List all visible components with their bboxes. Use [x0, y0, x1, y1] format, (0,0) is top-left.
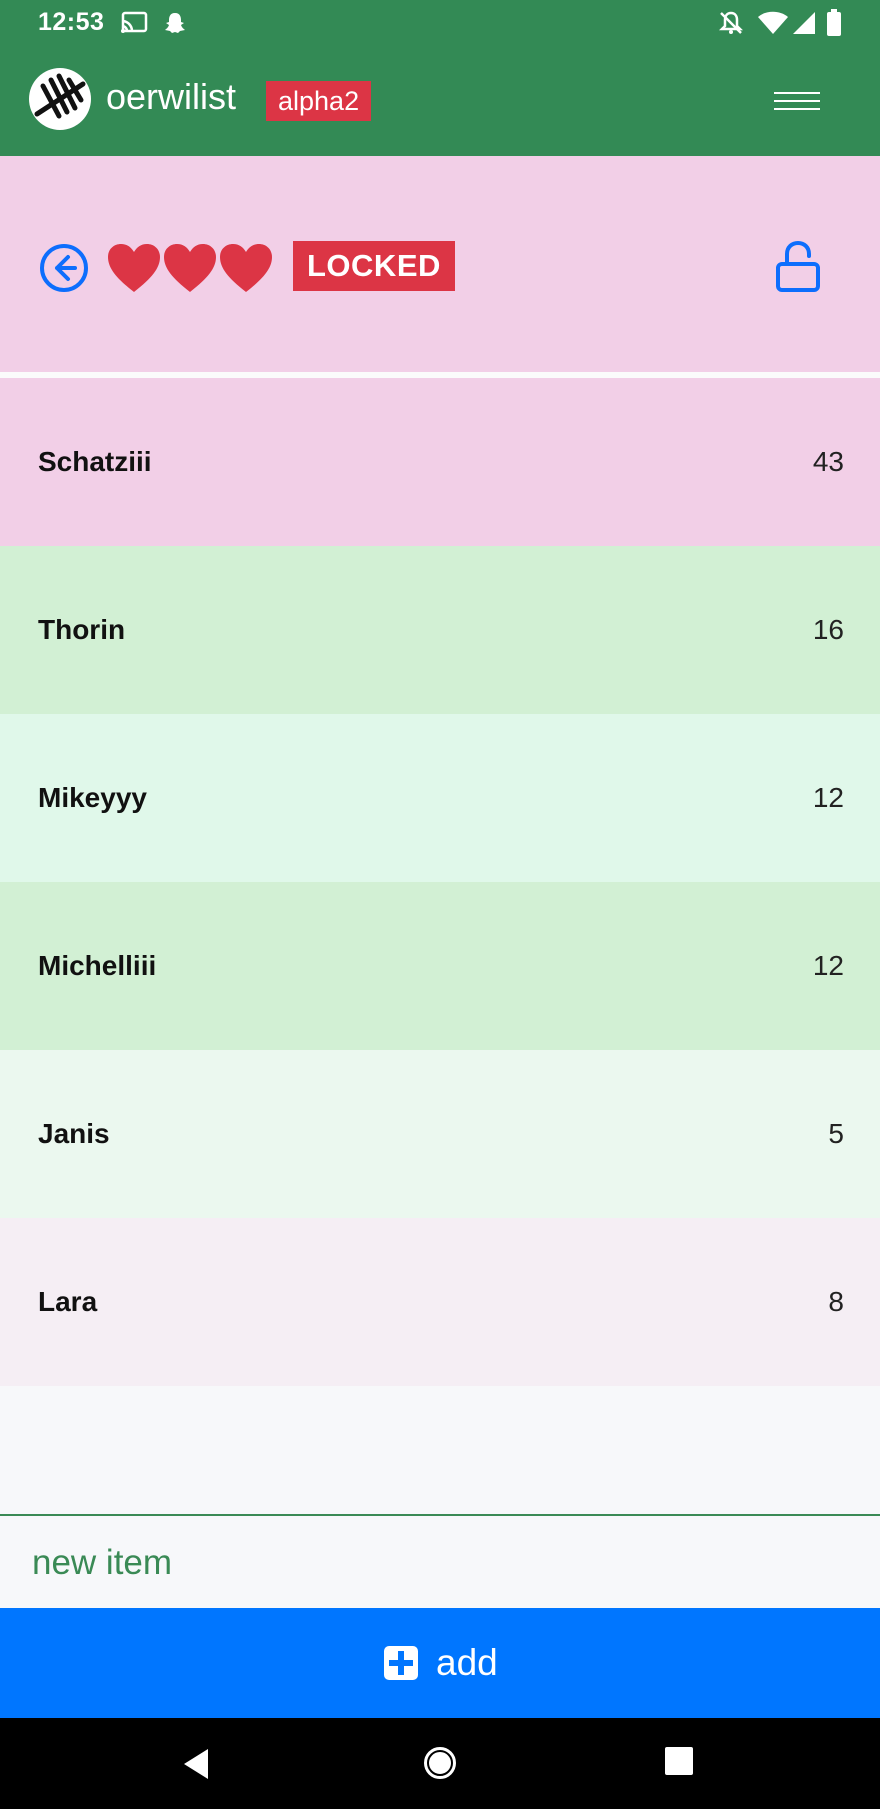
- new-item-input[interactable]: [30, 1530, 854, 1596]
- app-logo-icon[interactable]: [29, 68, 91, 130]
- item-name: Schatziii: [38, 446, 152, 477]
- list-item[interactable]: Michelliii 12: [0, 882, 880, 1050]
- navigation-bar: [0, 1718, 880, 1809]
- item-count: 12: [812, 782, 844, 813]
- item-name: Janis: [38, 1118, 110, 1149]
- back-nav-icon[interactable]: [180, 1746, 212, 1782]
- recents-nav-icon[interactable]: [664, 1746, 694, 1776]
- item-name: Michelliii: [38, 950, 157, 981]
- new-item-field: [0, 1514, 880, 1610]
- hearts-rating: [106, 242, 274, 298]
- list-header: LOCKED: [0, 156, 880, 372]
- item-count: 12: [812, 950, 844, 981]
- notifications-off-icon: [718, 11, 744, 34]
- item-name: Thorin: [38, 614, 126, 645]
- item-count: 43: [812, 446, 844, 477]
- home-nav-icon[interactable]: [422, 1745, 458, 1781]
- heart-icon: [108, 244, 160, 292]
- plus-square-icon: [384, 1646, 418, 1680]
- snapchat-icon: [165, 13, 185, 33]
- item-count: 16: [812, 614, 844, 645]
- status-time: 12:53: [38, 8, 105, 36]
- unlock-icon[interactable]: [773, 240, 823, 294]
- heart-icon: [220, 244, 272, 292]
- app-title: oerwilist: [106, 76, 237, 117]
- heart-icon: [164, 244, 216, 292]
- list-item[interactable]: Schatziii 43: [0, 378, 880, 546]
- cast-icon: [121, 11, 148, 33]
- add-button[interactable]: add: [0, 1608, 880, 1718]
- add-button-label: add: [436, 1642, 498, 1683]
- item-name: Lara: [38, 1286, 98, 1317]
- signal-icon: [793, 12, 815, 34]
- version-badge: alpha2: [266, 81, 372, 121]
- list-item[interactable]: Janis 5: [0, 1050, 880, 1218]
- app-header: oerwilist alpha2: [0, 48, 880, 156]
- item-count: 8: [828, 1286, 844, 1317]
- wifi-icon: [758, 11, 788, 34]
- list-item[interactable]: Lara 8: [0, 1218, 880, 1386]
- locked-badge: LOCKED: [293, 241, 455, 291]
- item-count: 5: [828, 1118, 844, 1149]
- menu-button[interactable]: [770, 78, 826, 124]
- battery-icon: [827, 9, 841, 36]
- status-bar: 12:53: [0, 0, 880, 48]
- list-item[interactable]: Thorin 16: [0, 546, 880, 714]
- list-item[interactable]: Mikeyyy 12: [0, 714, 880, 882]
- item-name: Mikeyyy: [38, 782, 147, 813]
- back-arrow-icon[interactable]: [38, 242, 90, 294]
